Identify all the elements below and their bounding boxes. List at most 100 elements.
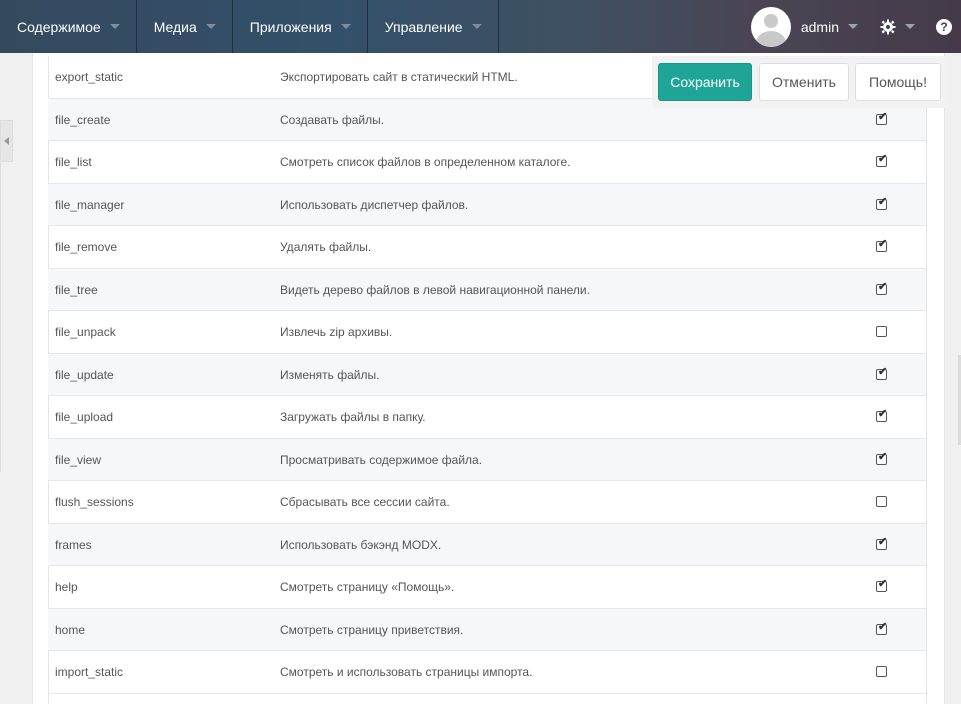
permission-checkbox[interactable]: ✔ <box>876 110 888 125</box>
avatar-body-shape <box>755 30 786 47</box>
chevron-down-icon <box>205 24 216 29</box>
permission-description: Извлечь zip архивы. <box>280 325 393 339</box>
checkmark-icon: ✔ <box>878 280 888 293</box>
settings-menu[interactable] <box>880 19 915 35</box>
checkmark-icon: ✔ <box>878 153 888 165</box>
help-icon[interactable]: ? <box>936 18 952 35</box>
menu-content[interactable]: Содержимое <box>0 0 137 53</box>
user-name[interactable]: admin <box>801 19 839 35</box>
checkmark-icon: ✔ <box>878 195 888 208</box>
table-row[interactable]: help Смотреть страницу «Помощь». ✔ <box>48 566 926 609</box>
permission-description: Смотреть страницу «Помощь». <box>280 580 455 594</box>
checkmark-icon: ✔ <box>878 238 888 250</box>
permission-checkbox[interactable]: ✔ <box>876 195 888 210</box>
avatar-head-shape <box>763 13 778 28</box>
checkmark-icon: ✔ <box>878 578 888 590</box>
permission-checkbox[interactable] <box>876 326 887 337</box>
menu-manage[interactable]: Управление <box>368 0 499 53</box>
grid-border-right <box>926 56 927 704</box>
permission-name: file_update <box>55 367 114 382</box>
menu-media-label: Медиа <box>153 18 197 35</box>
gear-icon <box>880 19 896 34</box>
menu-content-label: Содержимое <box>17 18 101 35</box>
main-menu: Содержимое Медиа Приложения Управление <box>0 0 499 53</box>
permission-description: Создавать файлы. <box>280 112 385 127</box>
permission-description: Использовать бэкэнд MODX. <box>280 537 442 552</box>
permission-checkbox[interactable]: ✔ <box>876 408 888 422</box>
sidebar-toggle[interactable] <box>0 120 13 162</box>
table-row[interactable]: file_list Смотреть список файлов в опреде… <box>48 141 926 184</box>
checkmark-icon: ✔ <box>878 110 888 123</box>
permission-description: Экспортировать сайт в статический HTML. <box>280 70 518 84</box>
table-row[interactable]: file_manager Использовать диспетчер файло… <box>48 183 926 226</box>
permission-checkbox[interactable] <box>876 666 887 677</box>
cancel-button[interactable]: Отменить <box>759 63 849 101</box>
help-button[interactable]: Помощь! <box>855 63 941 101</box>
menu-media[interactable]: Медиа <box>137 0 233 53</box>
permission-name: frames <box>55 537 92 552</box>
permission-checkbox[interactable]: ✔ <box>876 578 888 592</box>
table-row[interactable]: home Смотреть страницу приветствия. ✔ <box>48 608 926 651</box>
table-row[interactable]: file_remove Удалять файлы. ✔ <box>48 226 926 269</box>
permission-checkbox[interactable]: ✔ <box>876 365 888 380</box>
chevron-left-icon <box>4 137 9 145</box>
permission-description: Изменять файлы. <box>280 367 380 382</box>
checkmark-icon: ✔ <box>878 535 888 548</box>
table-row[interactable]: file_tree Видеть дерево файлов в левой на… <box>48 268 926 311</box>
chevron-down-icon <box>109 24 120 29</box>
user-area: admin ? <box>750 0 961 53</box>
table-row[interactable]: frames Использовать бэкэнд MODX. ✔ <box>48 523 926 566</box>
permission-checkbox[interactable]: ✔ <box>876 450 888 465</box>
action-buttons: Сохранить Отменить Помощь! <box>652 56 946 108</box>
chevron-down-icon <box>471 24 482 29</box>
permission-description: Сбрасывать все сессии сайта. <box>280 495 450 509</box>
permission-description: Смотреть страницу приветствия. <box>280 622 464 637</box>
permission-checkbox[interactable]: ✔ <box>876 280 888 295</box>
permission-checkbox[interactable]: ✔ <box>876 535 888 550</box>
table-row[interactable]: file_view Просматривать содержимое файла.… <box>48 438 926 481</box>
permission-name: help <box>55 580 78 594</box>
sidebar-edge <box>0 162 1 472</box>
permission-description: Смотреть и использовать страницы импорта… <box>280 665 533 679</box>
permissions-grid: export_static Экспортировать сайт в стати… <box>48 56 926 694</box>
chevron-down-icon[interactable] <box>848 24 858 29</box>
avatar[interactable] <box>750 6 791 47</box>
table-row[interactable]: flush_sessions Сбрасывать все сессии сайт… <box>48 481 926 524</box>
save-button[interactable]: Сохранить <box>658 63 752 101</box>
permission-description: Удалять файлы. <box>280 240 372 254</box>
permission-description: Загружать файлы в папку. <box>280 410 426 424</box>
permission-description: Видеть дерево файлов в левой навигационн… <box>280 282 590 297</box>
table-row[interactable]: import_static Смотреть и использовать стр… <box>48 651 926 694</box>
permission-checkbox[interactable] <box>876 496 887 507</box>
permission-name: file_create <box>55 112 111 127</box>
permission-name: import_static <box>55 665 124 679</box>
permission-checkbox[interactable]: ✔ <box>876 238 888 252</box>
permission-description: Использовать диспетчер файлов. <box>280 197 469 212</box>
permission-name: file_list <box>55 155 92 169</box>
checkmark-icon: ✔ <box>878 450 888 463</box>
permission-name: flush_sessions <box>55 495 134 509</box>
permission-description: Просматривать содержимое файла. <box>280 452 483 467</box>
checkmark-icon: ✔ <box>878 408 888 420</box>
permission-name: export_static <box>55 70 124 84</box>
checkmark-icon: ✔ <box>878 620 888 633</box>
checkmark-icon: ✔ <box>878 365 888 378</box>
permission-description: Смотреть список файлов в определенном ка… <box>280 155 571 169</box>
permission-name: file_view <box>55 452 102 467</box>
permission-name: home <box>55 622 86 637</box>
chevron-down-icon <box>905 24 915 29</box>
table-row[interactable]: file_upload Загружать файлы в папку. ✔ <box>48 396 926 439</box>
permission-name: file_tree <box>55 282 98 297</box>
table-row[interactable]: file_unpack Извлечь zip архивы. <box>48 311 926 354</box>
menu-manage-label: Управление <box>384 18 463 35</box>
permission-checkbox[interactable]: ✔ <box>876 620 888 635</box>
chevron-down-icon <box>340 24 351 29</box>
permission-name: file_upload <box>55 410 114 424</box>
table-row[interactable]: file_update Изменять файлы. ✔ <box>48 353 926 396</box>
menu-apps[interactable]: Приложения <box>233 0 368 53</box>
permission-name: file_remove <box>55 240 118 254</box>
top-navbar: Содержимое Медиа Приложения Управление a… <box>0 0 961 53</box>
menu-apps-label: Приложения <box>249 18 332 35</box>
permission-checkbox[interactable]: ✔ <box>876 153 888 167</box>
permission-name: file_manager <box>55 197 125 212</box>
